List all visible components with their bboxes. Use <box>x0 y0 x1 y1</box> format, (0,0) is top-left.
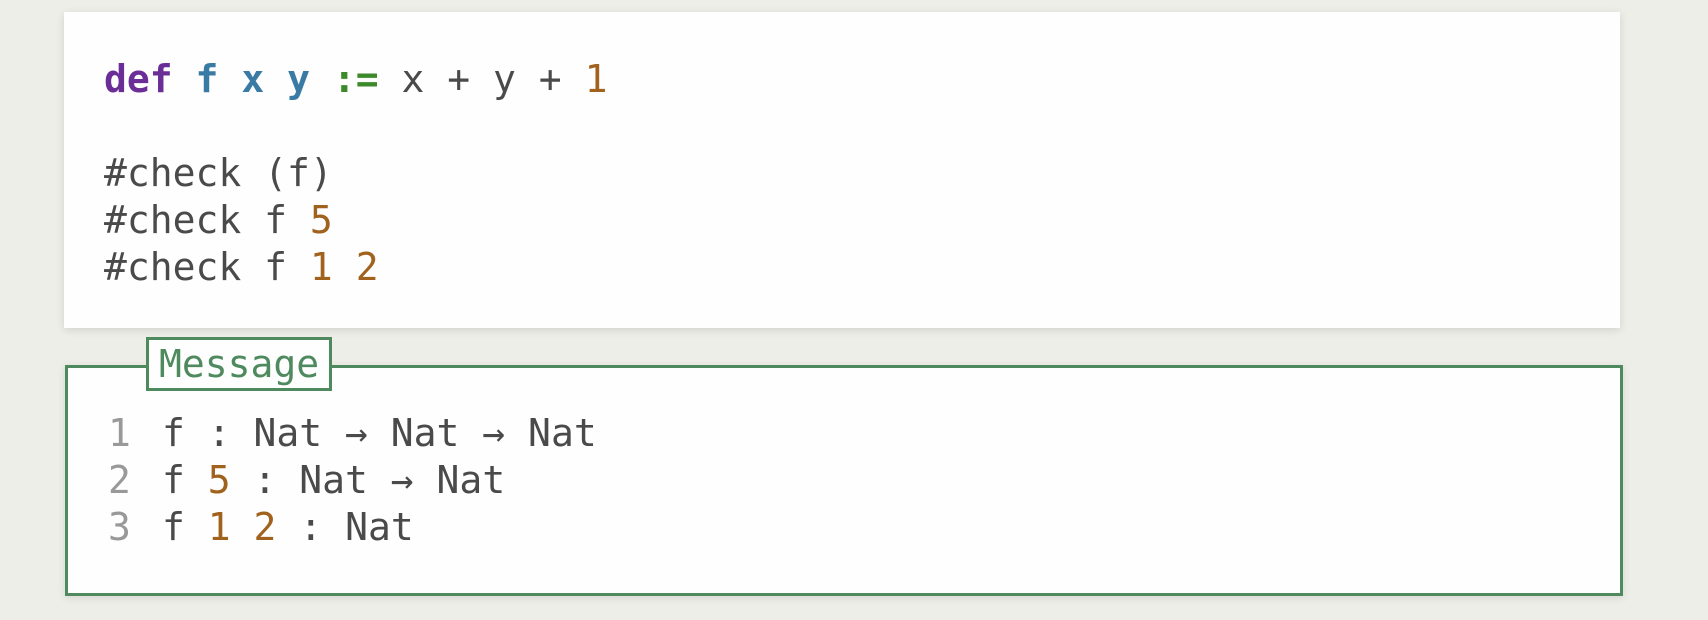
message-line-number: 2 <box>108 458 131 502</box>
check-line-1-text: #check (f) <box>104 151 333 195</box>
message-panel: 1f : Nat → Nat → Nat 2f 5 : Nat → Nat 3f… <box>65 365 1623 596</box>
message-arg: 2 <box>253 505 277 549</box>
param-x: x <box>241 57 265 101</box>
assign-operator: := <box>332 57 379 101</box>
message-label: Message <box>146 337 333 391</box>
check-line-2: #check f 5 <box>104 197 333 243</box>
def-body-text: x + y + <box>401 57 585 101</box>
message-type: : Nat <box>276 505 414 549</box>
message-line-2: 2f 5 : Nat → Nat <box>108 457 505 503</box>
message-type: : Nat → Nat → Nat <box>184 411 597 455</box>
def-body-number: 1 <box>584 57 608 101</box>
check-line-2-arg: 5 <box>309 198 333 242</box>
check-line-3-arg1: 1 <box>309 245 333 289</box>
check-line-3-prefix: #check f <box>104 245 310 289</box>
message-expr: f <box>162 458 208 502</box>
function-name: f <box>195 57 219 101</box>
param-y: y <box>287 57 310 101</box>
check-line-3-arg2: 2 <box>355 245 379 289</box>
check-line-2-prefix: #check f <box>104 198 310 242</box>
message-line-3: 3f 1 2 : Nat <box>108 504 414 550</box>
message-arg: 1 <box>207 505 231 549</box>
message-arg: 5 <box>207 458 231 502</box>
check-line-3: #check f 1 2 <box>104 244 379 290</box>
def-keyword: def <box>104 57 173 101</box>
code-editor-panel[interactable]: def f x y := x + y + 1 #check (f) #check… <box>64 12 1620 328</box>
message-expr: f <box>162 411 185 455</box>
check-line-1: #check (f) <box>104 150 333 196</box>
message-line-number: 1 <box>108 411 131 455</box>
message-line-number: 3 <box>108 505 131 549</box>
message-type: : Nat → Nat <box>230 458 506 502</box>
message-line-1: 1f : Nat → Nat → Nat <box>108 410 597 456</box>
def-line: def f x y := x + y + 1 <box>104 56 607 102</box>
message-expr: f <box>162 505 208 549</box>
